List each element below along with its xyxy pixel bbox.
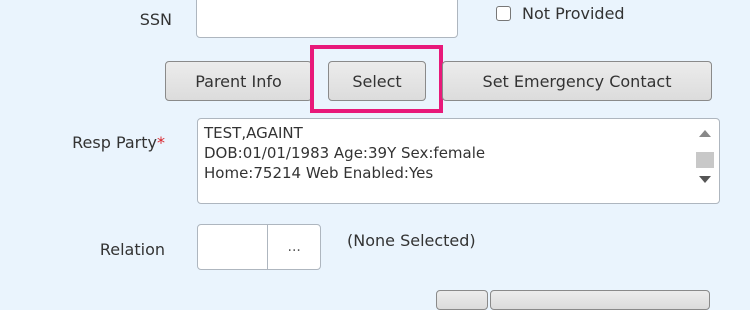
relation-lookup-button[interactable]: ... <box>267 225 320 269</box>
resp-party-label-text: Resp Party <box>72 133 157 152</box>
scrollbar-thumb <box>696 152 714 168</box>
select-button[interactable]: Select <box>328 61 426 101</box>
resp-party-line: Home:75214 Web Enabled:Yes <box>204 164 434 182</box>
set-emergency-contact-button[interactable]: Set Emergency Contact <box>442 61 712 101</box>
scroll-up-arrow-icon <box>699 130 711 137</box>
parent-info-button[interactable]: Parent Info <box>165 61 312 101</box>
resp-party-label: Resp Party* <box>30 133 165 152</box>
bottom-button-right-partial[interactable] <box>490 290 710 310</box>
relation-picker[interactable]: ... <box>197 224 321 270</box>
ssn-input[interactable] <box>196 0 458 38</box>
resp-party-scrollbar[interactable] <box>691 119 719 203</box>
scroll-down-arrow-icon <box>699 176 711 183</box>
relation-input[interactable] <box>198 225 267 269</box>
resp-party-line: TEST,AGAINT <box>204 124 303 142</box>
relation-status: (None Selected) <box>347 231 476 250</box>
not-provided-label: Not Provided <box>522 4 625 23</box>
not-provided-checkbox[interactable] <box>496 6 511 21</box>
bottom-button-left-partial[interactable] <box>436 290 488 310</box>
relation-label: Relation <box>99 240 165 259</box>
resp-party-line: DOB:01/01/1983 Age:39Y Sex:female <box>204 144 486 162</box>
scrollbar-graphic <box>696 130 714 183</box>
resp-party-textarea[interactable]: TEST,AGAINT DOB:01/01/1983 Age:39Y Sex:f… <box>197 118 720 204</box>
ssn-label: SSN <box>139 10 172 29</box>
required-marker: * <box>157 133 165 152</box>
